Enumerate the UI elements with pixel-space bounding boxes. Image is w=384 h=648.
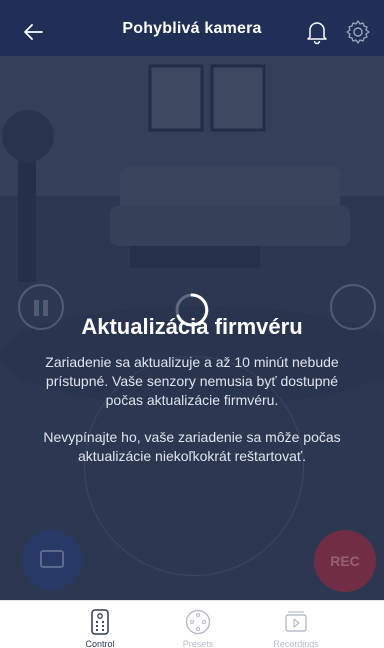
- bell-icon[interactable]: [304, 18, 330, 46]
- tab-control[interactable]: Control: [50, 601, 150, 648]
- camera-view: REC Aktualizácia firmvéru Zariadenie sa …: [0, 56, 384, 600]
- record-button[interactable]: REC: [314, 530, 376, 592]
- tab-recordings[interactable]: Recordings: [246, 601, 346, 648]
- camera-icon: [40, 550, 64, 568]
- tab-presets-label: Presets: [182, 639, 214, 648]
- presets-dial-icon: [185, 609, 211, 635]
- snapshot-button[interactable]: [22, 530, 82, 590]
- recordings-icon: [285, 611, 307, 632]
- update-title: Aktualizácia firmvéru: [81, 314, 303, 339]
- app-header: Pohyblivá kamera: [0, 0, 384, 64]
- tab-control-label: Control: [85, 639, 115, 648]
- tab-presets[interactable]: Presets: [148, 601, 248, 648]
- tab-recordings-label: Recordings: [273, 639, 319, 648]
- bottom-tab-bar: Control Presets Recordings: [0, 600, 384, 648]
- remote-icon: [91, 609, 109, 635]
- record-button-label: REC: [330, 553, 360, 569]
- update-message-2: Nevypínajte ho, vaše zariadenie sa môže …: [43, 429, 341, 464]
- gear-icon[interactable]: [344, 18, 372, 46]
- update-message-1: Zariadenie sa aktualizuje a až 10 minút …: [45, 354, 339, 408]
